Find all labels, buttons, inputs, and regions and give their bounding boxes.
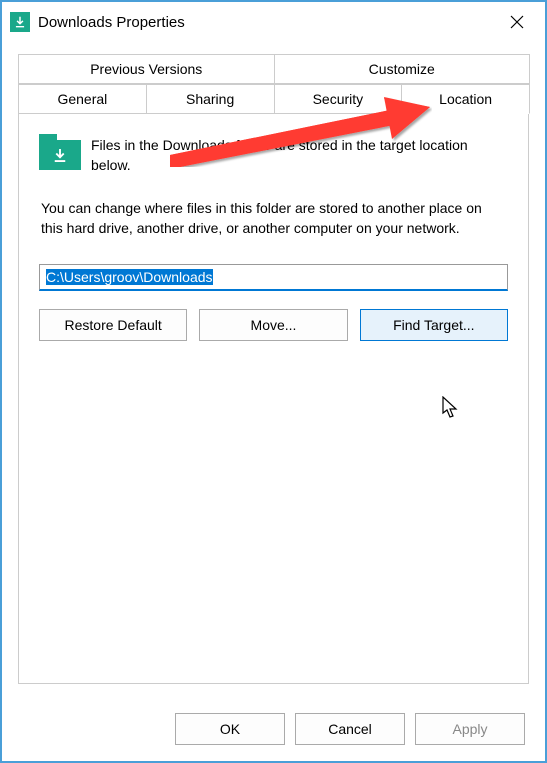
downloads-folder-icon xyxy=(39,134,81,172)
tab-security[interactable]: Security xyxy=(274,84,403,114)
cancel-button[interactable]: Cancel xyxy=(295,713,405,745)
ok-button[interactable]: OK xyxy=(175,713,285,745)
tab-customize[interactable]: Customize xyxy=(274,54,531,84)
find-target-button[interactable]: Find Target... xyxy=(360,309,508,341)
tab-body-location: Files in the Downloads folder are stored… xyxy=(18,114,529,684)
window-title: Downloads Properties xyxy=(38,14,497,31)
move-button[interactable]: Move... xyxy=(199,309,347,341)
path-input[interactable]: C:\Users\groov\Downloads xyxy=(39,264,508,291)
tab-previous-versions[interactable]: Previous Versions xyxy=(18,54,275,84)
tabs: Previous Versions Customize General Shar… xyxy=(18,54,529,684)
close-button[interactable] xyxy=(497,4,537,40)
restore-default-button[interactable]: Restore Default xyxy=(39,309,187,341)
tab-location[interactable]: Location xyxy=(401,84,530,114)
apply-button[interactable]: Apply xyxy=(415,713,525,745)
titlebar: Downloads Properties xyxy=(2,2,545,42)
info-text: Files in the Downloads folder are stored… xyxy=(91,134,508,175)
description-text: You can change where files in this folde… xyxy=(39,199,508,238)
tab-general[interactable]: General xyxy=(18,84,147,114)
tab-sharing[interactable]: Sharing xyxy=(146,84,275,114)
dialog-buttons: OK Cancel Apply xyxy=(175,713,525,745)
content-area: Previous Versions Customize General Shar… xyxy=(2,42,545,684)
downloads-icon xyxy=(10,12,30,32)
path-value: C:\Users\groov\Downloads xyxy=(46,269,213,285)
